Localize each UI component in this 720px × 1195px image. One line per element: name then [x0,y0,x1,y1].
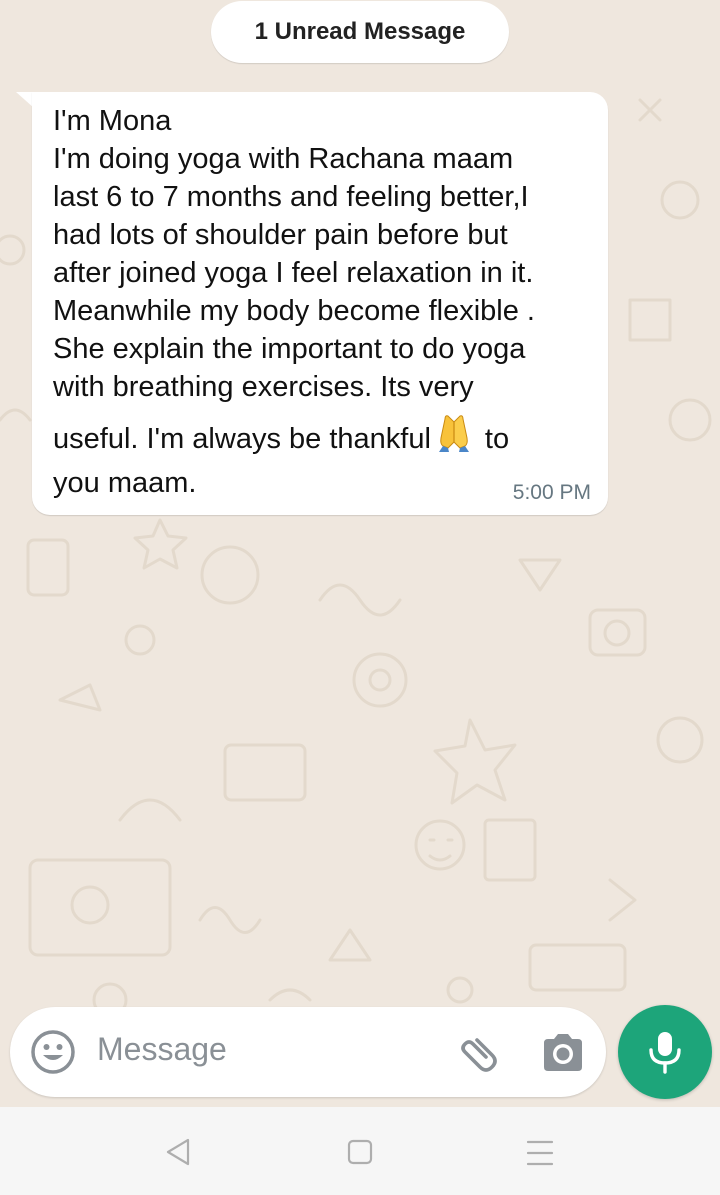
smiley-icon[interactable] [30,1029,76,1075]
message-input[interactable]: Message [97,1031,227,1068]
microphone-icon [649,1032,681,1074]
message-line: I'm doing yoga with Rachana maam [53,143,514,175]
system-navigation-bar [0,1107,720,1195]
folded-hands-emoji-icon [437,414,471,454]
message-line: you maam. [53,467,197,499]
message-compose-bar: Message [10,1007,606,1097]
message-line: after joined yoga I feel relaxation in i… [53,257,534,289]
incoming-message-bubble[interactable]: I'm Mona I'm doing yoga with Rachana maa… [32,92,608,515]
message-text: I'm Mona I'm doing yoga with Rachana maa… [53,102,603,502]
camera-icon[interactable] [540,1031,586,1075]
message-line: Meanwhile my body become flexible . [53,295,535,327]
message-line: She explain the important to do yoga [53,333,526,365]
message-line: had lots of shoulder pain before but [53,219,508,251]
microphone-button[interactable] [618,1005,712,1099]
message-line: I'm Mona [53,105,172,137]
message-line-text: to [484,423,510,455]
message-line: with breathing exercises. Its very [53,371,474,403]
back-triangle-icon[interactable] [164,1137,192,1172]
home-square-icon[interactable] [347,1139,373,1170]
unread-count-label: 1 Unread Message [254,18,466,45]
message-timestamp: 5:00 PM [512,481,591,504]
message-line: last 6 to 7 months and feeling better,I [53,181,529,213]
paperclip-icon[interactable] [453,1029,501,1077]
message-line-text: useful. I'm always be thankful [53,423,431,455]
unread-messages-banner: 1 Unread Message [211,1,509,63]
message-line: useful. I'm always be thankful to [53,414,509,458]
menu-lines-icon[interactable] [526,1140,554,1171]
